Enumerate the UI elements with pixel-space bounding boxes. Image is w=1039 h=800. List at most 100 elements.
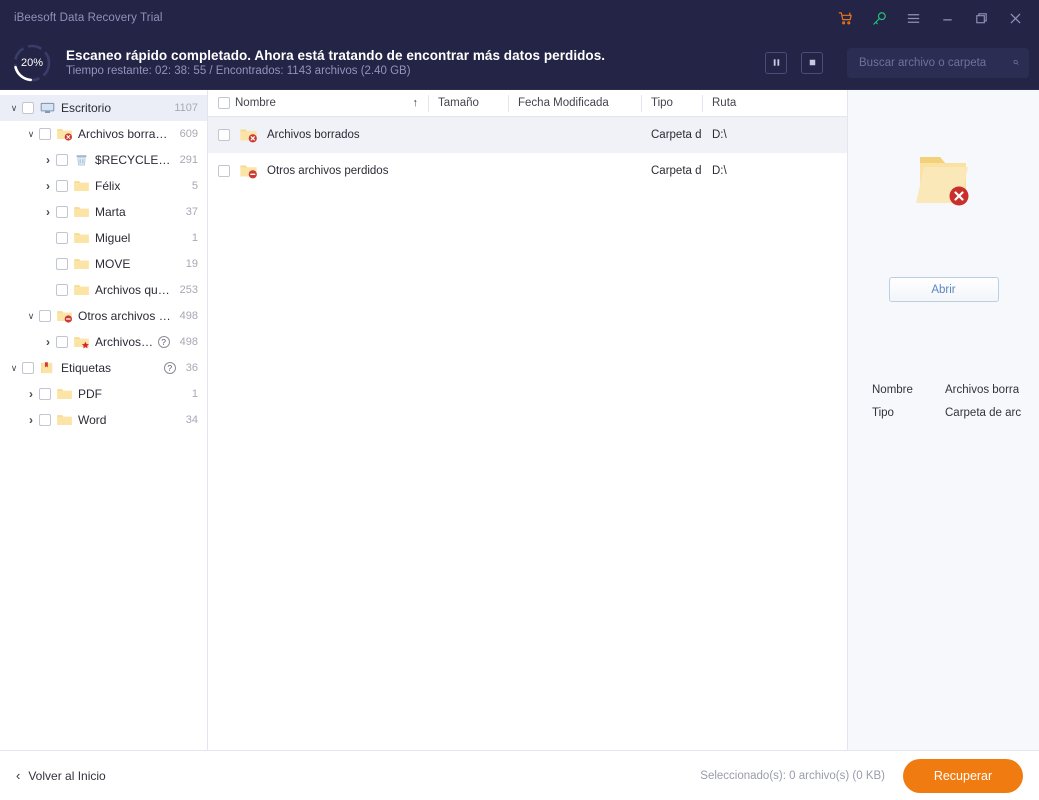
- sidebar-item-checkbox[interactable]: [22, 362, 34, 374]
- sidebar-item-checkbox[interactable]: [56, 154, 68, 166]
- row-checkbox[interactable]: [218, 165, 230, 177]
- selection-info: Seleccionado(s): 0 archivo(s) (0 KB): [700, 769, 885, 782]
- sidebar-item-count: 253: [179, 284, 198, 296]
- sidebar-tree-item[interactable]: › Word 34: [0, 407, 207, 433]
- column-header-size[interactable]: Tamaño: [428, 90, 508, 117]
- column-header-date[interactable]: Fecha Modificada: [508, 90, 641, 117]
- sidebar-tree-item[interactable]: › $RECYCLE.BIN 291: [0, 147, 207, 173]
- sidebar-item-checkbox[interactable]: [56, 206, 68, 218]
- folder-star-icon: [73, 334, 90, 350]
- sidebar-item-label: Otros archivos perdidos: [78, 309, 172, 323]
- cell-path: D:\: [712, 129, 727, 141]
- main-body: ∨ Escritorio 1107 ∨ Archivos borrados 609 › $RE…: [0, 90, 1039, 750]
- scan-text-block: Escaneo rápido completado. Ahora está tr…: [66, 48, 605, 77]
- sort-arrow-icon[interactable]: ↑: [413, 97, 419, 109]
- folder-minus-icon: [56, 308, 73, 324]
- sidebar-tree-item[interactable]: ∨ Otros archivos perdidos 498: [0, 303, 207, 329]
- key-icon[interactable]: [869, 8, 889, 28]
- detail-key: Nombre: [872, 384, 913, 396]
- sidebar-item-checkbox[interactable]: [56, 284, 68, 296]
- select-all-checkbox[interactable]: [218, 97, 230, 109]
- sidebar-item-checkbox[interactable]: [39, 310, 51, 322]
- sidebar-item-label: MOVE: [95, 257, 131, 271]
- sidebar-item-count: 19: [185, 258, 198, 270]
- sidebar-item-count: 37: [185, 206, 198, 218]
- cell-path: D:\: [712, 165, 727, 177]
- folder-icon: [73, 178, 90, 194]
- recycle-bin-icon: [73, 152, 90, 168]
- sidebar-item-checkbox[interactable]: [56, 336, 68, 348]
- sidebar-item-count: 5: [191, 180, 198, 192]
- sidebar-item-checkbox[interactable]: [39, 388, 51, 400]
- sidebar-item-label: Félix: [95, 179, 121, 193]
- column-header-type[interactable]: Tipo: [641, 90, 702, 117]
- table-body: Archivos borradosCarpeta d...D:\Otros ar…: [208, 117, 847, 189]
- search-input[interactable]: [859, 56, 1013, 69]
- chevron-down-icon[interactable]: ∨: [23, 311, 39, 322]
- minimize-icon[interactable]: [937, 8, 957, 28]
- sidebar-item-checkbox[interactable]: [56, 232, 68, 244]
- cell-size: [428, 117, 508, 153]
- sidebar-item-label: Miguel: [95, 231, 131, 245]
- sidebar-tree-item[interactable]: › Félix 5: [0, 173, 207, 199]
- column-header-name[interactable]: Nombre ↑: [208, 90, 428, 117]
- sidebar-item-checkbox[interactable]: [39, 128, 51, 140]
- chevron-right-icon[interactable]: ›: [23, 413, 39, 427]
- pause-scan-button[interactable]: [765, 51, 787, 74]
- sidebar-tree-item[interactable]: › Archivos con nom...? 498: [0, 329, 207, 355]
- sidebar-item-checkbox[interactable]: [22, 102, 34, 114]
- sidebar-item-label: Escritorio: [61, 101, 112, 115]
- stop-scan-button[interactable]: [801, 51, 823, 74]
- folder-icon: [73, 204, 90, 220]
- table-row[interactable]: Otros archivos perdidos Carpeta d... D:\: [208, 153, 847, 189]
- sidebar-item-count: 609: [179, 128, 198, 140]
- file-list-area: Nombre ↑ Tamaño Fecha Modificada Tipo Ru…: [208, 90, 848, 750]
- column-header-path[interactable]: Ruta: [702, 90, 847, 117]
- table-row[interactable]: Archivos borrados Carpeta d... D:\: [208, 117, 847, 153]
- cell-size: [428, 153, 508, 189]
- sidebar-tree-item[interactable]: ∨ Etiquetas? 36: [0, 355, 207, 381]
- sidebar-item-label: Archivos borrados: [78, 127, 172, 141]
- cell-name: Otros archivos perdidos: [208, 153, 428, 189]
- chevron-down-icon[interactable]: ∨: [6, 363, 22, 374]
- sidebar-item-checkbox[interactable]: [56, 258, 68, 270]
- hamburger-menu-icon[interactable]: [903, 8, 923, 28]
- sidebar-tree-item[interactable]: Archivos que se han p... 253: [0, 277, 207, 303]
- search-icon[interactable]: [1013, 56, 1019, 69]
- sidebar-tree-item[interactable]: MOVE 19: [0, 251, 207, 277]
- chevron-right-icon[interactable]: ›: [40, 205, 56, 219]
- sidebar-item-count: 1: [191, 232, 198, 244]
- sidebar-tree-item[interactable]: › Marta 37: [0, 199, 207, 225]
- sidebar-tree-item[interactable]: ∨ Archivos borrados 609: [0, 121, 207, 147]
- folder-icon: [56, 386, 73, 402]
- recover-button[interactable]: Recuperar: [903, 758, 1023, 793]
- sidebar-tree-item[interactable]: ∨ Escritorio 1107: [0, 95, 207, 121]
- chevron-right-icon[interactable]: ›: [40, 179, 56, 193]
- sidebar-item-count: 498: [179, 336, 198, 348]
- help-icon[interactable]: ?: [157, 336, 170, 348]
- column-label-path: Ruta: [712, 97, 737, 109]
- help-icon[interactable]: ?: [163, 362, 176, 374]
- chevron-down-icon[interactable]: ∨: [6, 103, 22, 114]
- chevron-right-icon[interactable]: ›: [40, 153, 56, 167]
- row-checkbox[interactable]: [218, 129, 230, 141]
- close-icon[interactable]: [1005, 8, 1025, 28]
- sidebar-item-count: 498: [179, 310, 198, 322]
- scan-progress-ring: 20%: [10, 41, 54, 85]
- sidebar-item-label: $RECYCLE.BIN: [95, 153, 172, 167]
- cart-icon[interactable]: [835, 8, 855, 28]
- sidebar-tree-item[interactable]: Miguel 1: [0, 225, 207, 251]
- back-to-home-link[interactable]: ‹ Volver al Inicio: [16, 768, 106, 783]
- folder-icon: [56, 412, 73, 428]
- folder-x-icon: [56, 126, 73, 142]
- chevron-right-icon[interactable]: ›: [23, 387, 39, 401]
- folder-icon: [73, 230, 90, 246]
- search-box[interactable]: [847, 47, 1029, 78]
- chevron-down-icon[interactable]: ∨: [23, 129, 39, 140]
- sidebar-tree-item[interactable]: › PDF 1: [0, 381, 207, 407]
- chevron-right-icon[interactable]: ›: [40, 335, 56, 349]
- sidebar-item-checkbox[interactable]: [39, 414, 51, 426]
- open-button[interactable]: Abrir: [888, 277, 999, 302]
- sidebar-item-checkbox[interactable]: [56, 180, 68, 192]
- maximize-icon[interactable]: [971, 8, 991, 28]
